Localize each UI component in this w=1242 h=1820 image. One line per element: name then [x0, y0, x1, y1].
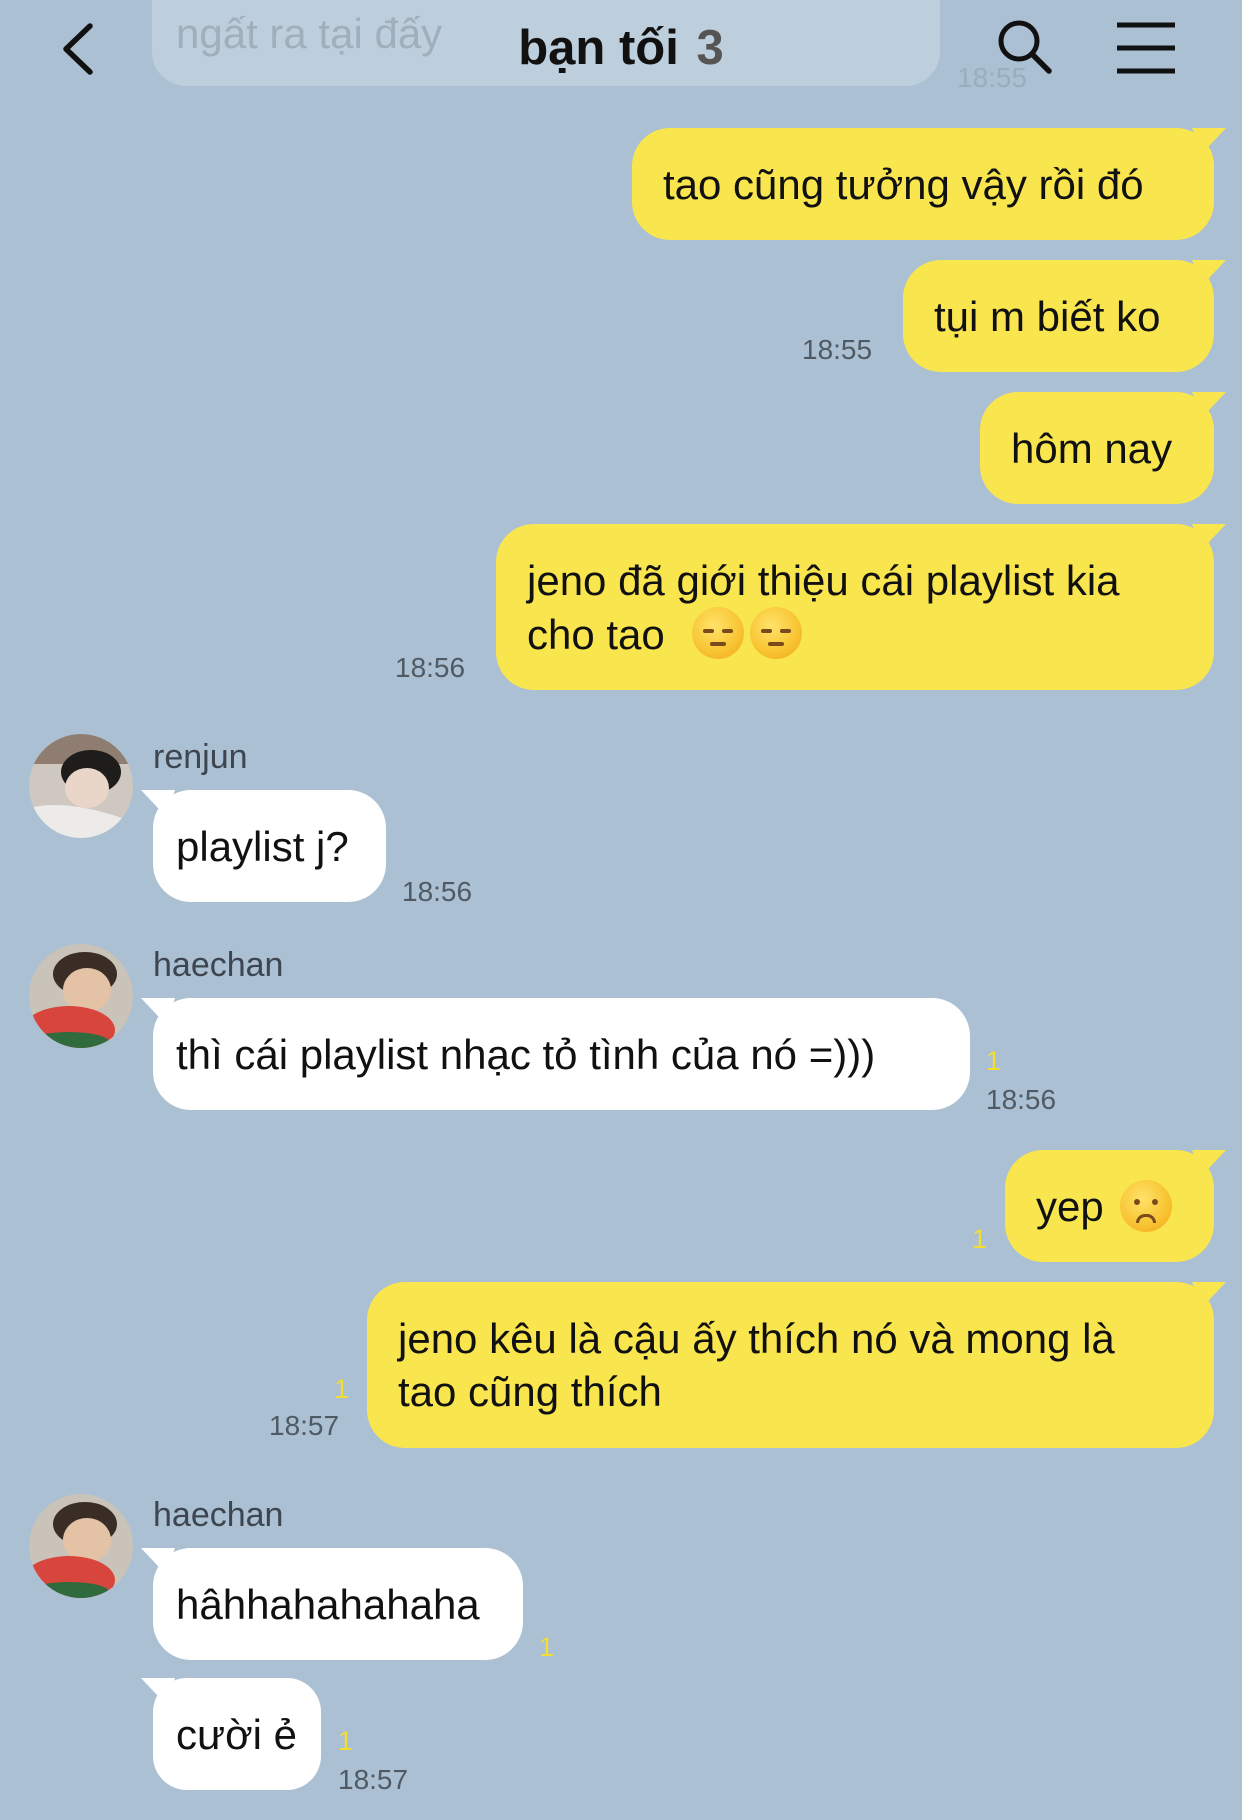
menu-button[interactable]	[1115, 20, 1177, 76]
sender-name: renjun	[153, 738, 248, 776]
unread-count: 1	[334, 1374, 350, 1404]
pensive-face-icon	[750, 607, 803, 659]
my-message-bubble[interactable]: hôm nay	[980, 392, 1214, 504]
avatar-haechan-icon	[29, 944, 133, 1048]
their-message-bubble[interactable]: thì cái playlist nhạc tỏ tình của nó =))…	[153, 998, 970, 1110]
search-button[interactable]	[994, 16, 1056, 78]
their-message-bubble[interactable]: hâhhahahahaha	[153, 1548, 523, 1660]
pensive-face-icon	[692, 607, 745, 659]
message-text-line-2: tao cũng thích	[398, 1368, 662, 1415]
message-text: thì cái playlist nhạc tỏ tình của nó =))…	[176, 1030, 876, 1078]
message-timestamp: 18:56	[395, 652, 466, 683]
search-icon	[998, 20, 1052, 74]
message-timestamp: 18:55	[802, 334, 873, 365]
chat-name: bạn tối	[518, 21, 679, 75]
unread-count: 1	[539, 1632, 555, 1662]
my-message-bubble[interactable]: jeno đã giới thiệu cái playlist kia cho …	[496, 524, 1214, 690]
avatar-renjun-icon	[29, 734, 133, 838]
message-text-line-2: cho tao	[527, 607, 1183, 661]
sender-name: haechan	[153, 1496, 284, 1534]
disappointed-face-icon	[1119, 1180, 1172, 1232]
message-text: hôm nay	[1011, 424, 1173, 472]
avatar[interactable]	[29, 1494, 133, 1598]
message-text: tụi m biết ko	[934, 292, 1161, 340]
message-text-line: jeno kêu là cậu ấy thích nó và mong là	[398, 1315, 1115, 1362]
their-message-bubble[interactable]: playlist j?	[153, 790, 386, 902]
message-text-line: jeno đã giới thiệu cái playlist kia	[527, 557, 1120, 604]
my-message-bubble[interactable]: tụi m biết ko	[903, 260, 1214, 372]
their-message-bubble[interactable]: cười ẻ	[153, 1678, 321, 1790]
message-timestamp: 18:57	[269, 1410, 340, 1441]
message-text: tao cũng tưởng vậy rồi đó	[663, 160, 1144, 208]
avatar[interactable]	[29, 944, 133, 1048]
avatar-haechan-icon	[29, 1494, 133, 1598]
message-text: cười ẻ	[176, 1710, 298, 1758]
my-message-bubble[interactable]: tao cũng tưởng vậy rồi đó	[632, 128, 1214, 240]
message-text: hâhhahahahaha	[176, 1580, 480, 1628]
unread-count: 1	[338, 1726, 354, 1756]
member-count: 3	[696, 21, 724, 75]
sender-name: haechan	[153, 946, 284, 984]
message-timestamp: 18:56	[986, 1084, 1057, 1115]
my-message-bubble[interactable]: yep	[1005, 1150, 1214, 1262]
my-message-bubble[interactable]: jeno kêu là cậu ấy thích nó và mong là t…	[367, 1282, 1214, 1448]
hamburger-menu-icon	[1117, 22, 1175, 74]
avatar[interactable]	[29, 734, 133, 838]
message-timestamp: 18:57	[338, 1764, 409, 1795]
unread-count: 1	[986, 1046, 1002, 1076]
message-text: yep	[1036, 1182, 1104, 1230]
message-timestamp: 18:56	[402, 876, 473, 907]
unread-count: 1	[972, 1224, 988, 1254]
message-text: playlist j?	[176, 822, 349, 870]
message-text: cho tao	[527, 611, 665, 658]
